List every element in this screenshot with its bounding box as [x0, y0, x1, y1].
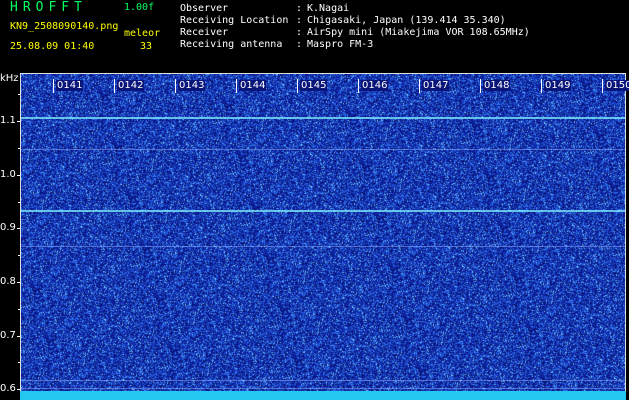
- time-tick-label: 0143: [178, 80, 206, 91]
- time-tick-mark: [53, 79, 54, 93]
- time-tick-mark: [541, 79, 542, 93]
- time-tick-mark: [480, 79, 481, 93]
- y-tick-label: 1.0: [0, 168, 16, 180]
- time-tick-mark: [602, 79, 603, 93]
- time-tick-mark: [358, 79, 359, 93]
- time-tick-label: 0144: [239, 80, 267, 91]
- mode-label: meleor: [124, 28, 161, 39]
- hrofft-window: HROFFT 1.00f KN9_2508090140.png meleor 2…: [0, 0, 629, 400]
- carrier-line: [21, 209, 625, 212]
- date-time: 25.08.09 01:40: [10, 41, 95, 52]
- spectrogram-noise: [21, 74, 625, 400]
- time-tick-label: 0147: [422, 80, 450, 91]
- time-tick-mark: [175, 79, 176, 93]
- time-tick-label: 0141: [56, 80, 84, 91]
- time-tick-mark: [236, 79, 237, 93]
- time-tick-label: 0148: [483, 80, 511, 91]
- time-tick-label: 0149: [544, 80, 572, 91]
- time-tick-mark: [297, 79, 298, 93]
- info-separator: :: [296, 39, 303, 50]
- time-tick-label: 0145: [300, 80, 328, 91]
- time-tick-label: 0150: [605, 80, 629, 91]
- y-tick-label: 0.9: [0, 222, 16, 234]
- time-tick-mark: [419, 79, 420, 93]
- faint-line: [21, 379, 625, 381]
- time-tick-label: 0142: [117, 80, 145, 91]
- bottom-band: [20, 391, 626, 400]
- event-count: 33: [140, 41, 153, 52]
- app-title: HROFFT: [10, 0, 87, 15]
- y-tick-label: 0.8: [0, 276, 16, 288]
- faint-line: [21, 245, 625, 247]
- spectrogram-plot[interactable]: [20, 73, 626, 400]
- y-tick-label: 0.6: [0, 383, 16, 395]
- info-label: Receiving antenna: [180, 39, 283, 50]
- faint-line: [21, 387, 625, 389]
- y-axis-unit: kHz: [0, 73, 19, 84]
- version-label: 1.00f: [124, 2, 155, 13]
- faint-line: [21, 149, 625, 151]
- time-tick-label: 0146: [361, 80, 389, 91]
- info-value: Maspro FM-3: [307, 39, 374, 50]
- y-tick-label: 1.1: [0, 115, 16, 127]
- file-name: KN9_2508090140.png: [10, 21, 119, 32]
- y-tick-label: 0.7: [0, 329, 16, 341]
- carrier-line: [21, 116, 625, 119]
- time-tick-mark: [114, 79, 115, 93]
